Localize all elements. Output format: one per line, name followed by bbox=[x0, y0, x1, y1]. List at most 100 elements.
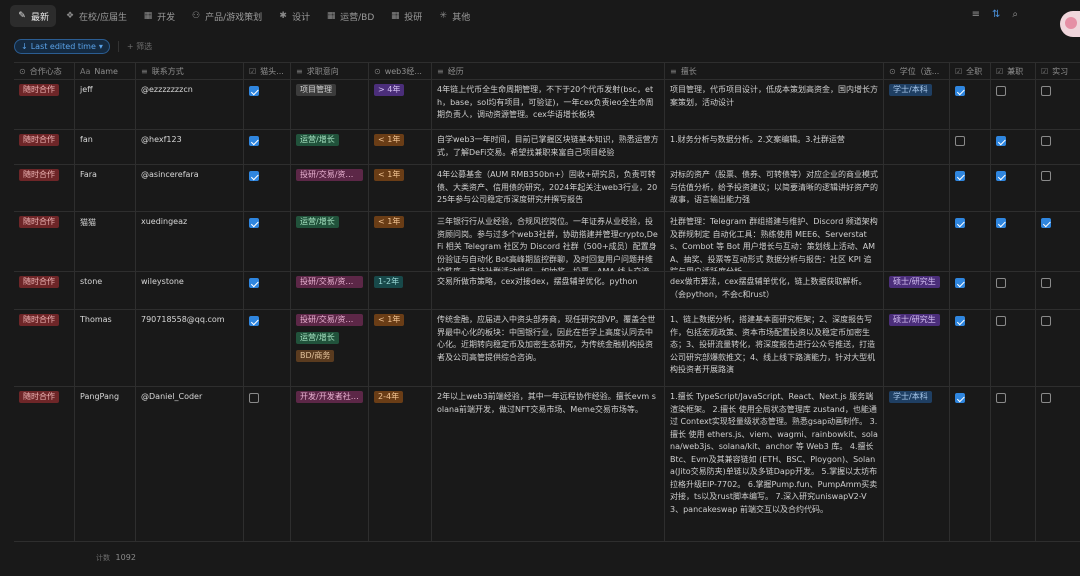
intent-cell[interactable]: 运营/增长 bbox=[291, 212, 369, 271]
table-row[interactable]: 随时合作 Thomas 790718558@qq.com 投研/交易/资产管理 运营/增… bbox=[14, 310, 1080, 387]
status-cell[interactable]: 随时合作 bbox=[14, 165, 75, 211]
parttime-cell[interactable] bbox=[991, 310, 1036, 386]
degree-cell[interactable]: 学士/本科 bbox=[884, 80, 950, 129]
skills-cell[interactable]: 1.财务分析与数据分析。2.文案编辑。3.社群运营 bbox=[665, 130, 884, 164]
table-row[interactable]: 随时合作 Fara @asincerefara 投研/交易/资产管理 < 1年 4年公募基… bbox=[14, 165, 1080, 212]
column-header-years[interactable]: ⊙ web3经... bbox=[369, 63, 432, 79]
parttime-checkbox[interactable] bbox=[996, 86, 1006, 96]
contact-cell[interactable]: wileystone bbox=[136, 272, 244, 309]
tab-2[interactable]: ▦ 开发 bbox=[136, 5, 182, 27]
cat-cell[interactable] bbox=[244, 272, 291, 309]
column-header-name[interactable]: Aa Name bbox=[75, 63, 136, 79]
name-cell[interactable]: jeff bbox=[75, 80, 136, 129]
intent-cell[interactable]: 投研/交易/资产管理 运营/增长 BD/商务 bbox=[291, 310, 369, 386]
table-row[interactable]: 随时合作 猫猫 xuedingeaz 运营/增长 < 1年 三年银行行从业经验，合规风控岗… bbox=[14, 212, 1080, 272]
intent-cell[interactable]: 运营/增长 bbox=[291, 130, 369, 164]
fulltime-checkbox[interactable] bbox=[955, 171, 965, 181]
tab-5[interactable]: ▦ 运营/BD bbox=[319, 5, 381, 27]
name-cell[interactable]: Thomas bbox=[75, 310, 136, 386]
years-cell[interactable]: < 1年 bbox=[369, 310, 432, 386]
contact-cell[interactable]: 790718558@qq.com bbox=[136, 310, 244, 386]
cat-cell[interactable] bbox=[244, 165, 291, 211]
cat-checkbox[interactable] bbox=[249, 278, 259, 288]
parttime-cell[interactable] bbox=[991, 165, 1036, 211]
skills-cell[interactable]: 1.擅长 TypeScript/JavaScript、React、Next.js… bbox=[665, 387, 884, 541]
tab-1[interactable]: ❖ 在校/应届生 bbox=[58, 5, 134, 27]
parttime-checkbox[interactable] bbox=[996, 316, 1006, 326]
column-header-status[interactable]: ⊙ 合作心态 bbox=[14, 63, 75, 79]
experience-cell[interactable]: 传统金融，应届进入中资头部券商，现任研究部VP。覆盖全世界最中心化的板块：中国银… bbox=[432, 310, 665, 386]
experience-cell[interactable]: 2年以上web3前端经验，其中一年远程协作经验。擅长evm solana前端开发… bbox=[432, 387, 665, 541]
degree-cell[interactable] bbox=[884, 212, 950, 271]
status-cell[interactable]: 随时合作 bbox=[14, 272, 75, 309]
years-cell[interactable]: < 1年 bbox=[369, 130, 432, 164]
cat-checkbox[interactable] bbox=[249, 171, 259, 181]
intern-cell[interactable] bbox=[1036, 165, 1080, 211]
name-cell[interactable]: fan bbox=[75, 130, 136, 164]
parttime-cell[interactable] bbox=[991, 387, 1036, 541]
add-filter-button[interactable]: + 筛选 bbox=[117, 40, 152, 52]
intent-cell[interactable]: 开发/开发者社区运营 bbox=[291, 387, 369, 541]
parttime-checkbox[interactable] bbox=[996, 218, 1006, 228]
search-icon[interactable]: ⌕ bbox=[1012, 9, 1018, 20]
cat-checkbox[interactable] bbox=[249, 218, 259, 228]
table-row[interactable]: 随时合作 jeff @ezzzzzzzcn 项目管理 > 4年 4年链上代币全生命周期管理… bbox=[14, 80, 1080, 130]
parttime-cell[interactable] bbox=[991, 130, 1036, 164]
parttime-cell[interactable] bbox=[991, 272, 1036, 309]
cat-cell[interactable] bbox=[244, 387, 291, 541]
fulltime-cell[interactable] bbox=[950, 387, 991, 541]
intern-cell[interactable] bbox=[1036, 212, 1080, 271]
intent-cell[interactable]: 投研/交易/资产管理 bbox=[291, 165, 369, 211]
intern-checkbox[interactable] bbox=[1041, 171, 1051, 181]
column-header-experience[interactable]: ≡ 经历 bbox=[432, 63, 665, 79]
tab-4[interactable]: ✱ 设计 bbox=[271, 5, 317, 27]
name-cell[interactable]: stone bbox=[75, 272, 136, 309]
fulltime-cell[interactable] bbox=[950, 212, 991, 271]
fulltime-checkbox[interactable] bbox=[955, 316, 965, 326]
skills-cell[interactable]: dex做市算法，cex摆盘辅单优化，链上数据获取解析。（会python，不会c和… bbox=[665, 272, 884, 309]
tab-7[interactable]: ✳ 其他 bbox=[431, 5, 477, 27]
skills-cell[interactable]: 对标的资产（股票、债券、可转债等）对应企业的商业模式与估值分析，给予投资建议；以… bbox=[665, 165, 884, 211]
parttime-checkbox[interactable] bbox=[996, 393, 1006, 403]
contact-cell[interactable]: xuedingeaz bbox=[136, 212, 244, 271]
name-cell[interactable]: PangPang bbox=[75, 387, 136, 541]
years-cell[interactable]: < 1年 bbox=[369, 212, 432, 271]
column-header-skills[interactable]: ≡ 擅长 bbox=[665, 63, 884, 79]
intent-cell[interactable]: 项目管理 bbox=[291, 80, 369, 129]
fulltime-checkbox[interactable] bbox=[955, 136, 965, 146]
intern-cell[interactable] bbox=[1036, 387, 1080, 541]
intern-cell[interactable] bbox=[1036, 272, 1080, 309]
skills-cell[interactable]: 项目管理，代币项目设计，低成本策划高资金，国内增长方案策划，活动设计 bbox=[665, 80, 884, 129]
fulltime-checkbox[interactable] bbox=[955, 218, 965, 228]
column-header-parttime[interactable]: ☑ 兼职 bbox=[991, 63, 1036, 79]
years-cell[interactable]: 2-4年 bbox=[369, 387, 432, 541]
skills-cell[interactable]: 社群管理：Telegram 群组搭建与维护、Discord 频道架构及群规制定 … bbox=[665, 212, 884, 271]
experience-cell[interactable]: 交易所做市策略，cex对接dex，摆盘辅单优化。python bbox=[432, 272, 665, 309]
column-header-contact[interactable]: ≡ 联系方式 bbox=[136, 63, 244, 79]
parttime-checkbox[interactable] bbox=[996, 136, 1006, 146]
cat-cell[interactable] bbox=[244, 80, 291, 129]
degree-cell[interactable]: 硕士/研究生 bbox=[884, 272, 950, 309]
status-cell[interactable]: 随时合作 bbox=[14, 387, 75, 541]
fulltime-checkbox[interactable] bbox=[955, 86, 965, 96]
years-cell[interactable]: > 4年 bbox=[369, 80, 432, 129]
avatar[interactable] bbox=[1060, 11, 1080, 37]
cat-cell[interactable] bbox=[244, 130, 291, 164]
tab-3[interactable]: ⚇ 产品/游戏策划 bbox=[184, 5, 269, 27]
table-row[interactable]: 随时合作 fan @hexf123 运营/增长 < 1年 自学web3一年时间，目前已掌握… bbox=[14, 130, 1080, 165]
cat-checkbox[interactable] bbox=[249, 316, 259, 326]
fulltime-cell[interactable] bbox=[950, 272, 991, 309]
filter-icon[interactable]: ≡ bbox=[972, 9, 980, 20]
intern-checkbox[interactable] bbox=[1041, 393, 1051, 403]
fulltime-cell[interactable] bbox=[950, 165, 991, 211]
column-header-degree[interactable]: ⊙ 学位（选... bbox=[884, 63, 950, 79]
contact-cell[interactable]: @asincerefara bbox=[136, 165, 244, 211]
column-header-fulltime[interactable]: ☑ 全职 bbox=[950, 63, 991, 79]
intern-checkbox[interactable] bbox=[1041, 86, 1051, 96]
parttime-cell[interactable] bbox=[991, 80, 1036, 129]
experience-cell[interactable]: 4年公募基金（AUM RMB350bn+）固收+研究员，负责可转债、大类资产、信… bbox=[432, 165, 665, 211]
cat-checkbox[interactable] bbox=[249, 393, 259, 403]
intern-checkbox[interactable] bbox=[1041, 136, 1051, 146]
status-cell[interactable]: 随时合作 bbox=[14, 80, 75, 129]
contact-cell[interactable]: @hexf123 bbox=[136, 130, 244, 164]
